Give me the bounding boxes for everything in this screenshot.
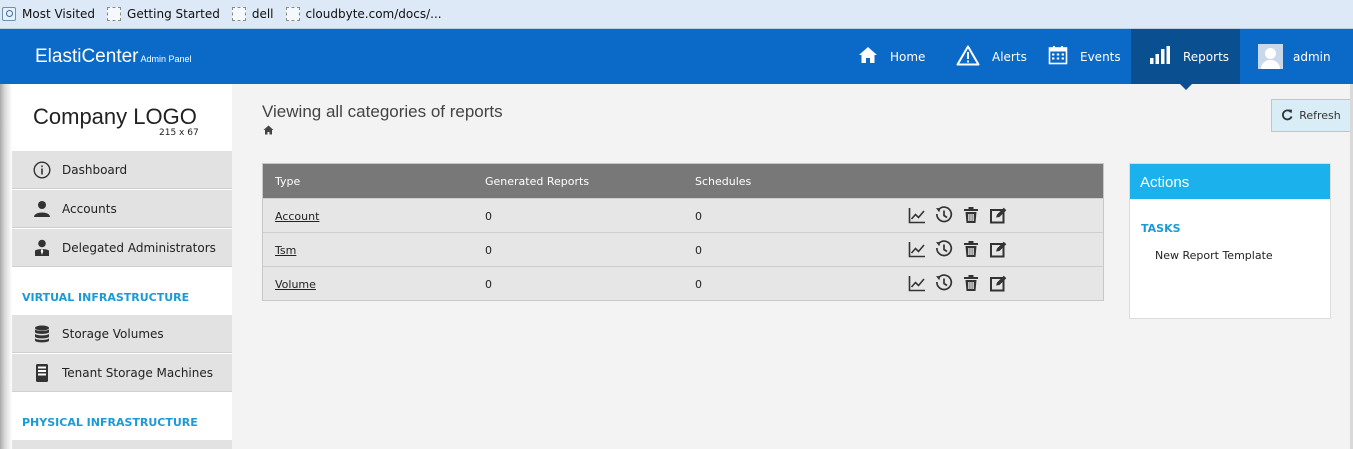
database-icon — [33, 325, 51, 343]
page-title: Viewing all categories of reports — [262, 102, 503, 121]
logo-size: 215 x 67 — [159, 128, 199, 138]
row-actions — [907, 273, 1015, 293]
bookmark-label: dell — [251, 7, 274, 21]
sidebar-item-label: Tenant Storage Machines — [62, 365, 214, 380]
refresh-icon — [1281, 109, 1293, 124]
bookmark-page-icon — [107, 7, 122, 21]
table-row: Account 0 0 — [263, 198, 1103, 232]
actions-title: Actions — [1130, 164, 1330, 199]
most-visited-icon — [2, 7, 16, 21]
sidebar-item-label: Storage Volumes — [62, 326, 164, 341]
type-cell: Volume — [275, 278, 316, 291]
column-header-generated-reports: Generated Reports — [485, 175, 590, 188]
schedules-cell: 0 — [695, 210, 702, 223]
info-circle-icon — [33, 160, 51, 179]
nav-reports[interactable]: Reports — [1131, 29, 1240, 90]
column-header-schedules: Schedules — [695, 175, 752, 188]
brand-subtitle: Admin Panel — [140, 54, 192, 64]
bookmark-label: Getting Started — [127, 7, 220, 21]
nav-alerts-label: Alerts — [992, 49, 1027, 64]
brand[interactable]: ElastiCenter Admin Panel — [35, 46, 192, 68]
bookmark-getting-started[interactable]: Getting Started — [107, 7, 220, 21]
sidebar-item-label: Accounts — [62, 201, 117, 216]
type-link-volume[interactable]: Volume — [275, 278, 316, 291]
schedule-icon[interactable] — [934, 239, 954, 259]
calendar-icon — [1048, 45, 1068, 68]
chart-icon[interactable] — [907, 273, 927, 293]
bookmark-dell[interactable]: dell — [231, 7, 274, 21]
top-header: ElastiCenter Admin Panel Home Alerts Even… — [0, 29, 1353, 90]
sidebar-shadow — [0, 84, 12, 449]
alert-triangle-icon — [956, 45, 980, 69]
sidebar-item-label: Delegated Administrators — [62, 240, 216, 255]
generated-reports-cell: 0 — [485, 278, 492, 291]
generated-reports-cell: 0 — [485, 244, 492, 257]
reports-table: Type Generated Reports Schedules Account… — [262, 163, 1104, 301]
bookmark-page-icon — [231, 7, 246, 21]
sidebar-item-accounts[interactable]: Accounts — [12, 190, 232, 228]
type-cell: Account — [275, 210, 319, 223]
table-row: Volume 0 0 — [263, 266, 1103, 300]
trash-icon[interactable] — [961, 273, 981, 293]
table-header: Type Generated Reports Schedules — [263, 164, 1103, 198]
nav-user-menu[interactable]: admin — [1240, 29, 1353, 84]
home-icon — [858, 46, 878, 67]
schedules-cell: 0 — [695, 278, 702, 291]
bookmark-label: Most Visited — [22, 7, 96, 21]
user-icon — [33, 200, 51, 218]
chart-icon[interactable] — [907, 239, 927, 259]
table-row: Tsm 0 0 — [263, 232, 1103, 266]
breadcrumb-home-icon[interactable] — [263, 124, 274, 138]
brand-name: ElastiCenter — [35, 46, 139, 67]
schedules-cell: 0 — [695, 244, 702, 257]
chart-icon[interactable] — [907, 205, 927, 225]
bookmark-cloudbyte-docs[interactable]: cloudbyte.com/docs/... — [285, 7, 442, 21]
server-icon — [33, 363, 51, 383]
schedule-icon[interactable] — [934, 205, 954, 225]
nav-home-label: Home — [890, 49, 926, 64]
bookmark-label: cloudbyte.com/docs/... — [305, 7, 442, 21]
sidebar-item-dashboard[interactable]: Dashboard — [12, 151, 232, 189]
bar-chart-icon — [1149, 45, 1171, 68]
refresh-label: Refresh — [1299, 109, 1341, 122]
edit-icon[interactable] — [988, 205, 1008, 225]
bookmark-most-visited[interactable]: Most Visited — [2, 7, 95, 21]
company-logo: Company LOGO 215 x 67 — [12, 84, 232, 151]
nav-reports-label: Reports — [1183, 49, 1230, 64]
row-actions — [907, 205, 1015, 225]
edit-icon[interactable] — [988, 239, 1008, 259]
refresh-button[interactable]: Refresh — [1271, 99, 1351, 132]
logo-text: Company LOGO — [33, 104, 197, 129]
tasks-label: TASKS — [1141, 222, 1181, 235]
type-link-account[interactable]: Account — [275, 210, 319, 223]
edit-icon[interactable] — [988, 273, 1008, 293]
section-physical-infrastructure: PHYSICAL INFRASTRUCTURE — [22, 416, 198, 429]
type-cell: Tsm — [275, 244, 296, 257]
column-header-type: Type — [275, 175, 301, 188]
bookmark-page-icon — [285, 7, 300, 21]
bookmarks-bar: Most Visited Getting Started dell cloudb… — [0, 0, 1353, 29]
nav-alerts[interactable]: Alerts — [938, 29, 1030, 84]
section-virtual-infrastructure: VIRTUAL INFRASTRUCTURE — [22, 291, 190, 304]
sidebar-item-storage-volumes[interactable]: Storage Volumes — [12, 315, 232, 353]
nav-home[interactable]: Home — [840, 29, 938, 84]
generated-reports-cell: 0 — [485, 210, 492, 223]
nav-events-label: Events — [1080, 49, 1121, 64]
sidebar-item-label: Dashboard — [62, 162, 128, 177]
schedule-icon[interactable] — [934, 273, 954, 293]
sidebar-item-delegated-administrators[interactable]: Delegated Administrators — [12, 229, 232, 267]
type-link-tsm[interactable]: Tsm — [275, 244, 296, 257]
sidebar-item-tenant-storage-machines[interactable]: Tenant Storage Machines — [12, 354, 232, 392]
row-actions — [907, 239, 1015, 259]
sidebar-item-partial[interactable] — [12, 440, 232, 449]
new-report-template-link[interactable]: New Report Template — [1155, 249, 1273, 262]
admin-user-icon — [33, 239, 51, 257]
top-nav: Home Alerts Events Reports admin — [840, 29, 1353, 90]
avatar — [1258, 44, 1283, 69]
trash-icon[interactable] — [961, 205, 981, 225]
actions-panel: Actions TASKS New Report Template — [1129, 163, 1331, 319]
trash-icon[interactable] — [961, 239, 981, 259]
user-name: admin — [1293, 49, 1331, 64]
nav-events[interactable]: Events — [1030, 29, 1131, 84]
